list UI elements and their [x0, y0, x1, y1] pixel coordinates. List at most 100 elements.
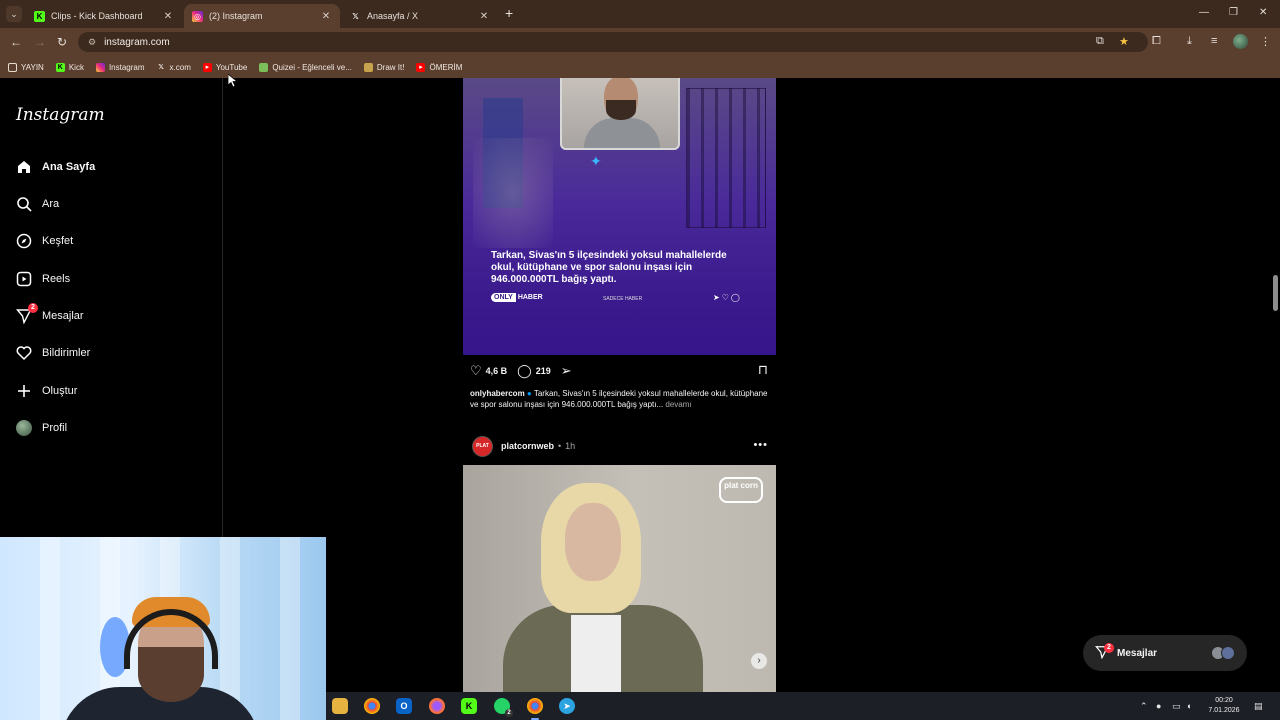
extensions-icon[interactable]: ⧠	[1152, 35, 1161, 48]
sidebar-item-label: Profil	[42, 422, 68, 434]
install-app-icon[interactable]: ⧉	[1096, 35, 1104, 48]
tray-chevron-icon[interactable]: ⌃	[1140, 701, 1148, 712]
profile-avatar[interactable]	[1233, 34, 1248, 49]
notification-center-icon[interactable]: ▤	[1254, 701, 1263, 712]
bird-icon: ✦	[590, 153, 602, 169]
platcorn-logo: plat corn	[719, 477, 763, 503]
bookmark-label: x.com	[169, 62, 191, 72]
avatar	[1221, 646, 1235, 660]
chrome-profile-icon[interactable]	[527, 698, 543, 720]
instagram-logo[interactable]: Instagram	[16, 105, 105, 125]
like-count[interactable]: 4,6 B	[486, 366, 508, 376]
post-image-share-icons: ➤♡◯	[713, 293, 742, 302]
post-image[interactable]: plat corn ›	[463, 465, 776, 692]
browser-toolbar: ← → ↻ ⚙ instagram.com ⧉ ★ ⧠ ⤓ ≡ ⋮	[0, 28, 1280, 56]
new-tab-button[interactable]: +	[505, 5, 513, 21]
post-image[interactable]: ✦ Tarkan, Sivas'ın 5 ilçesindeki yoksul …	[463, 78, 776, 355]
sidebar-item-messages[interactable]: 2 Mesajlar	[14, 303, 84, 328]
page-scrollbar[interactable]	[1271, 78, 1280, 692]
youtube-icon: ▸	[202, 62, 212, 72]
taskbar-clock[interactable]: 00:20 7.01.2026	[1202, 696, 1246, 716]
browser-tab-bar: ⌄ K Clips - Kick Dashboard ✕ ◎ (2) Insta…	[0, 0, 1280, 28]
volume-icon[interactable]: ◖	[1186, 701, 1191, 711]
webcam-overlay	[0, 537, 326, 720]
sidebar-item-profile[interactable]: Profil	[14, 416, 67, 440]
bookmark-x[interactable]: 𝕏x.com	[157, 63, 191, 72]
home-icon	[14, 157, 34, 177]
menu-icon[interactable]: ⋮	[1260, 35, 1271, 48]
bookmark-label: Quizei - Eğlenceli ve...	[272, 62, 352, 72]
message-avatars	[1211, 646, 1235, 660]
messages-badge: 2	[28, 303, 38, 313]
tab-title: (2) Instagram	[209, 11, 263, 21]
close-tab-icon[interactable]: ✕	[162, 11, 174, 22]
x-icon: 𝕏	[352, 11, 359, 21]
reload-icon[interactable]: ↻	[57, 35, 67, 49]
close-tab-icon[interactable]: ✕	[478, 11, 490, 22]
file-explorer-icon[interactable]	[332, 698, 348, 714]
tab-kick-dashboard[interactable]: K Clips - Kick Dashboard ✕	[26, 4, 182, 28]
network-icon[interactable]: ▭	[1172, 701, 1181, 712]
bookmark-omerim[interactable]: ▸ ÖMERİM	[416, 62, 462, 72]
avatar[interactable]: PLAT	[472, 435, 493, 457]
bookmark-draw-it[interactable]: Draw It!	[363, 62, 404, 72]
reels-icon	[14, 269, 34, 289]
tab-title: Clips - Kick Dashboard	[51, 11, 143, 21]
clock-date: 7.01.2026	[1208, 707, 1240, 714]
bookmark-youtube[interactable]: ▸ YouTube	[202, 62, 248, 72]
bookmark-quizei[interactable]: Quizei - Eğlenceli ve...	[259, 62, 352, 72]
download-icon[interactable]: ⤓	[1187, 35, 1192, 48]
close-window-icon[interactable]: ✕	[1259, 7, 1267, 18]
post-username[interactable]: platcornweb	[501, 441, 554, 451]
tab-x-home[interactable]: 𝕏 Anasayfa / X ✕	[342, 4, 498, 28]
x-icon: 𝕏	[158, 63, 164, 71]
caption-username[interactable]: onlyhabercom	[470, 389, 525, 398]
carousel-next-icon[interactable]: ›	[751, 653, 767, 669]
bookmark-star-icon[interactable]: ★	[1119, 35, 1129, 48]
restore-icon[interactable]: ❐	[1229, 7, 1238, 18]
post-image-tagline: SADECE HABER	[603, 296, 643, 302]
search-icon	[14, 194, 34, 214]
bookmark-instagram[interactable]: Instagram	[95, 62, 145, 72]
sidebar-item-create[interactable]: Oluştur	[14, 379, 77, 403]
kick-icon[interactable]: K	[461, 698, 477, 714]
whatsapp-icon[interactable]: 2	[494, 698, 513, 717]
verified-icon: ●	[526, 389, 532, 398]
tab-search-icon[interactable]: ⌄	[6, 6, 22, 22]
comment-count[interactable]: 219	[536, 366, 551, 376]
firefox-icon[interactable]	[429, 698, 445, 714]
back-icon[interactable]: ←	[10, 35, 22, 49]
sidebar-item-search[interactable]: Ara	[14, 192, 59, 216]
microphone-icon[interactable]: ●	[1156, 701, 1161, 711]
messages-pill-button[interactable]: 2 Mesajlar	[1083, 635, 1247, 671]
tab-instagram[interactable]: ◎ (2) Instagram ✕	[184, 4, 340, 28]
bookmark-yayin[interactable]: YAYIN	[8, 62, 44, 72]
scroll-thumb[interactable]	[1273, 275, 1278, 311]
forward-icon[interactable]: →	[34, 35, 46, 49]
sidebar-item-explore[interactable]: Keşfet	[14, 229, 73, 253]
post-inset-photo	[560, 78, 680, 150]
comment-icon[interactable]: ◯	[517, 363, 532, 379]
more-options-icon[interactable]: •••	[753, 439, 768, 451]
outlook-icon[interactable]: O	[396, 698, 412, 714]
share-icon[interactable]: ➢	[561, 363, 572, 379]
address-bar[interactable]: ⚙ instagram.com ⧉ ★	[78, 32, 1148, 52]
site-info-icon[interactable]: ⚙	[88, 37, 96, 48]
like-icon[interactable]: ♡	[470, 363, 482, 379]
sidebar-item-home[interactable]: Ana Sayfa	[14, 155, 95, 179]
bookmark-label: Instagram	[108, 62, 145, 72]
sidebar-item-reels[interactable]: Reels	[14, 267, 70, 291]
more-link[interactable]: devamı	[665, 400, 691, 409]
bookmark-kick[interactable]: K Kick	[55, 62, 84, 72]
tab-title: Anasayfa / X	[367, 11, 419, 21]
onlyhaber-logo: ONLY HABER	[491, 293, 543, 302]
bookmarks-bar: YAYIN K Kick Instagram 𝕏x.com ▸ YouTube Qu…	[0, 56, 1280, 78]
save-icon[interactable]: ⊓	[758, 362, 768, 378]
minimize-icon[interactable]: —	[1199, 7, 1209, 18]
bookmark-label: YouTube	[215, 62, 248, 72]
sidebar-item-notifications[interactable]: Bildirimler	[14, 341, 90, 365]
chrome-icon[interactable]	[364, 698, 380, 714]
close-tab-icon[interactable]: ✕	[320, 11, 332, 22]
telegram-icon[interactable]: ➤	[559, 698, 575, 714]
media-control-icon[interactable]: ≡	[1211, 35, 1217, 47]
